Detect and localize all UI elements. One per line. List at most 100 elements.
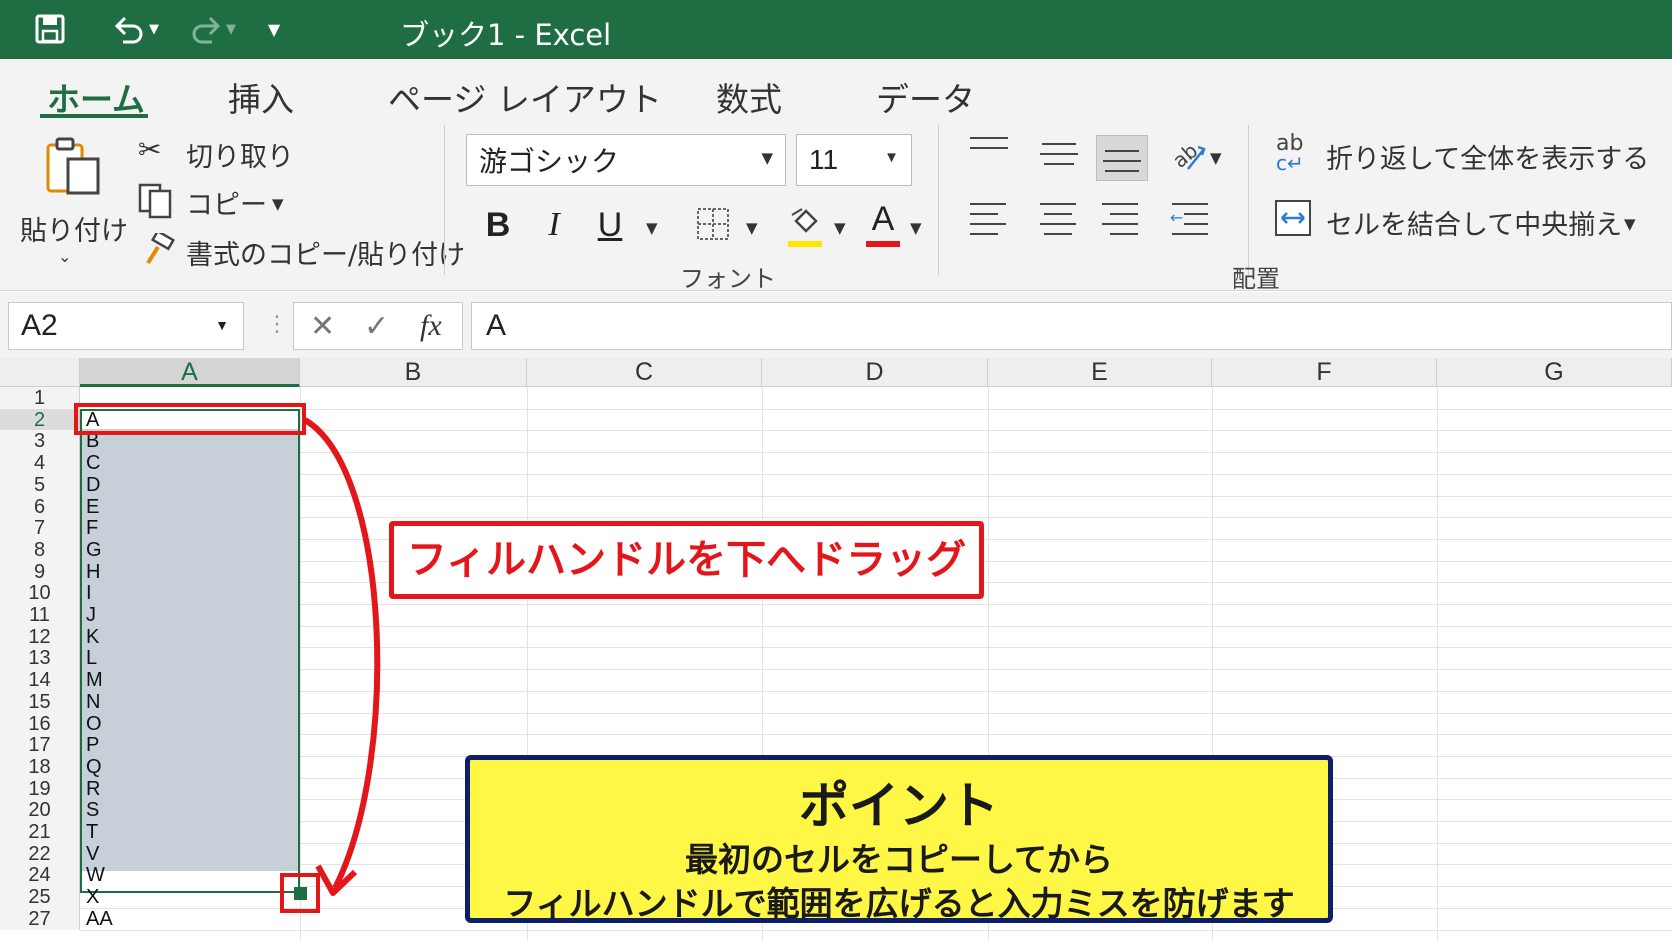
fill-color-button[interactable] [788, 205, 824, 251]
formula-bar-grip-icon[interactable]: ⋮ [266, 312, 288, 337]
row-header-10[interactable]: 10 [0, 582, 80, 604]
format-painter-button[interactable]: 書式のコピー/貼り付け [138, 231, 465, 271]
row-header-25[interactable]: 25 [0, 886, 80, 908]
align-left-button[interactable] [966, 197, 1012, 241]
row-header-9[interactable]: 9 [0, 561, 80, 583]
row-header-7[interactable]: 7 [0, 517, 80, 539]
bottom-align-button[interactable] [1096, 135, 1148, 181]
paste-dropdown-icon[interactable]: ⌄ [58, 247, 71, 266]
borders-button[interactable] [696, 207, 732, 243]
cell-a17[interactable]: P [80, 734, 300, 756]
column-header-a[interactable]: A [80, 358, 300, 387]
row-header-12[interactable]: 12 [0, 626, 80, 648]
tab-data[interactable]: データ [876, 73, 975, 121]
decrease-indent-button[interactable]: ← [1168, 197, 1214, 241]
underline-button[interactable]: U [590, 203, 630, 247]
cell-a14[interactable]: M [80, 669, 300, 691]
orientation-button[interactable]: ab ▼ [1168, 135, 1224, 179]
formula-input[interactable]: A [471, 302, 1672, 350]
column-header-e[interactable]: E [988, 358, 1212, 387]
cut-button[interactable]: ✂ 切り取り [138, 133, 298, 173]
top-align-button[interactable] [966, 131, 1012, 175]
row-header-11[interactable]: 11 [0, 604, 80, 626]
cell-a5[interactable]: D [80, 474, 300, 496]
italic-button[interactable]: I [534, 203, 574, 247]
insert-function-button[interactable]: fx [420, 309, 442, 343]
cell-a19[interactable]: R [80, 778, 300, 800]
font-size-dropdown[interactable]: 11 ▼ [796, 134, 912, 186]
cell-a18[interactable]: Q [80, 756, 300, 778]
row-header-13[interactable]: 13 [0, 647, 80, 669]
row-header-22[interactable]: 22 [0, 843, 80, 865]
cell-a8[interactable]: G [80, 539, 300, 561]
font-color-dropdown-icon[interactable]: ▼ [910, 219, 922, 237]
row-header-27[interactable]: 27 [0, 908, 80, 930]
align-right-button[interactable] [1098, 197, 1144, 241]
font-color-button[interactable]: A [866, 199, 902, 251]
customize-quick-access-icon[interactable]: ▼ [262, 12, 286, 46]
font-name-dropdown[interactable]: 游ゴシック ▼ [466, 134, 786, 186]
orientation-dropdown-icon[interactable]: ▼ [1210, 149, 1222, 167]
undo-dropdown-icon[interactable]: ▼ [149, 22, 159, 37]
cell-a21[interactable]: T [80, 821, 300, 843]
row-header-3[interactable]: 3 [0, 430, 80, 452]
tab-formulas[interactable]: 数式 [716, 73, 782, 121]
cell-a11[interactable]: J [80, 604, 300, 626]
wrap-text-button[interactable]: ab c↵ 折り返して全体を表示する [1274, 131, 1649, 179]
cell-a4[interactable]: C [80, 452, 300, 474]
tab-page-layout[interactable]: ページ レイアウト [388, 73, 662, 121]
copy-button[interactable]: コピー ▼ [138, 181, 298, 221]
underline-dropdown-icon[interactable]: ▼ [646, 219, 658, 237]
row-header-5[interactable]: 5 [0, 474, 80, 496]
bold-button[interactable]: B [478, 203, 518, 247]
row-header-8[interactable]: 8 [0, 539, 80, 561]
row-header-2[interactable]: 2 [0, 409, 80, 431]
cell-a25[interactable]: X [80, 886, 300, 908]
cell-a9[interactable]: H [80, 561, 300, 583]
column-header-c[interactable]: C [527, 358, 762, 387]
confirm-entry-button[interactable]: ✓ [364, 309, 389, 344]
row-header-1[interactable]: 1 [0, 387, 80, 409]
row-header-6[interactable]: 6 [0, 496, 80, 518]
fill-handle[interactable] [294, 887, 307, 900]
row-header-21[interactable]: 21 [0, 821, 80, 843]
row-header-4[interactable]: 4 [0, 452, 80, 474]
cell-a15[interactable]: N [80, 691, 300, 713]
row-header-17[interactable]: 17 [0, 734, 80, 756]
cancel-entry-button[interactable]: ✕ [310, 309, 335, 344]
row-header-14[interactable]: 14 [0, 669, 80, 691]
save-icon[interactable] [32, 12, 68, 46]
name-box[interactable]: A2 ▼ [8, 302, 244, 350]
cell-a10[interactable]: I [80, 582, 300, 604]
cell-a6[interactable]: E [80, 496, 300, 518]
undo-icon[interactable]: ▼ [108, 12, 164, 46]
cell-a27[interactable]: AA [80, 908, 300, 930]
borders-dropdown-icon[interactable]: ▼ [746, 219, 758, 237]
copy-dropdown-icon[interactable]: ▼ [272, 195, 284, 213]
middle-align-button[interactable] [1036, 135, 1082, 179]
column-header-g[interactable]: G [1437, 358, 1672, 387]
fill-color-dropdown-icon[interactable]: ▼ [834, 219, 846, 237]
row-header-20[interactable]: 20 [0, 799, 80, 821]
merge-center-button[interactable]: セルを結合して中央揃え ▼ [1274, 195, 1644, 243]
tab-insert[interactable]: 挿入 [228, 73, 294, 121]
row-header-18[interactable]: 18 [0, 756, 80, 778]
column-header-d[interactable]: D [762, 358, 988, 387]
merge-dropdown-icon[interactable]: ▼ [1624, 215, 1636, 233]
column-header-b[interactable]: B [300, 358, 527, 387]
cell-a16[interactable]: O [80, 713, 300, 735]
cell-a20[interactable]: S [80, 799, 300, 821]
cell-a24[interactable]: W [80, 864, 300, 886]
cell-a12[interactable]: K [80, 626, 300, 648]
paste-button[interactable]: 貼り付け ⌄ [14, 135, 128, 285]
redo-icon[interactable]: ▼ [184, 12, 242, 46]
row-header-24[interactable]: 24 [0, 864, 80, 886]
align-center-button[interactable] [1036, 197, 1082, 241]
cell-a7[interactable]: F [80, 517, 300, 539]
cell-a22[interactable]: V [80, 843, 300, 865]
redo-dropdown-icon[interactable]: ▼ [226, 22, 236, 37]
row-header-19[interactable]: 19 [0, 778, 80, 800]
select-all-corner[interactable] [0, 358, 80, 387]
row-header-15[interactable]: 15 [0, 691, 80, 713]
row-header-16[interactable]: 16 [0, 713, 80, 735]
